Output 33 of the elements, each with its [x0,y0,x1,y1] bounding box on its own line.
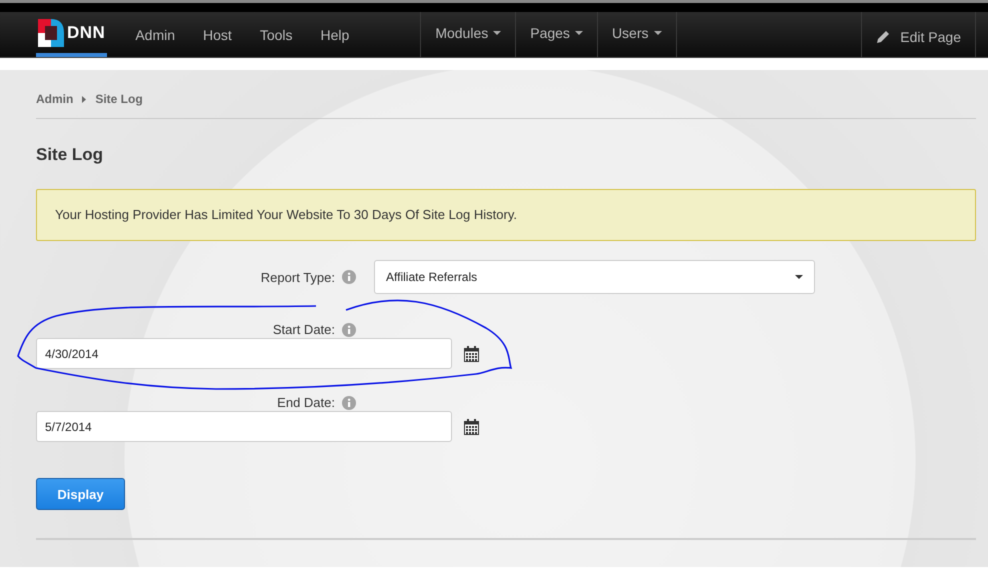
breadcrumb-link[interactable]: Admin [36,92,74,106]
calendar-icon[interactable] [464,346,479,362]
nav-menu[interactable]: Users [598,12,676,57]
logo-text: DNN [67,22,106,42]
date-field[interactable]: 4/30/2014 [36,338,452,369]
nav-menu[interactable]: Pages [516,12,598,57]
logo-icon [38,18,64,46]
nav-link[interactable]: Help [306,26,364,42]
nav-menu[interactable]: Modules [421,12,516,57]
logo[interactable]: DNN [36,12,108,57]
pencil-icon [876,30,890,44]
nav-link[interactable]: Tools [246,26,307,42]
report-type-dropdown[interactable]: Affiliate Referrals [374,260,815,294]
calendar-icon[interactable] [464,418,479,434]
breadcrumb-link[interactable]: Site Log [95,92,143,106]
info-icon[interactable] [342,396,356,410]
nav-link[interactable]: Host [189,26,246,42]
chevron-icon [82,96,86,102]
field-label: Report Type: [260,270,335,284]
alert-message: Your Hosting Provider Has Limited Your Website To 30 Days Of Site Log History. [36,189,976,241]
caret-icon [654,30,662,34]
caret-icon [574,30,583,34]
display-button[interactable]: Display [36,478,125,510]
page-title: Site Log [36,145,104,165]
info-icon[interactable] [342,270,356,284]
nav-link[interactable]: Admin [121,26,190,42]
date-field[interactable]: 5/7/2014 [36,411,452,442]
field-label: End Date: [277,395,335,410]
caret-icon [493,30,502,34]
caret-icon [795,275,803,279]
field-label: Start Date: [272,322,335,337]
edit-page-button[interactable]: Edit Page [861,12,976,57]
info-icon[interactable] [342,322,356,336]
